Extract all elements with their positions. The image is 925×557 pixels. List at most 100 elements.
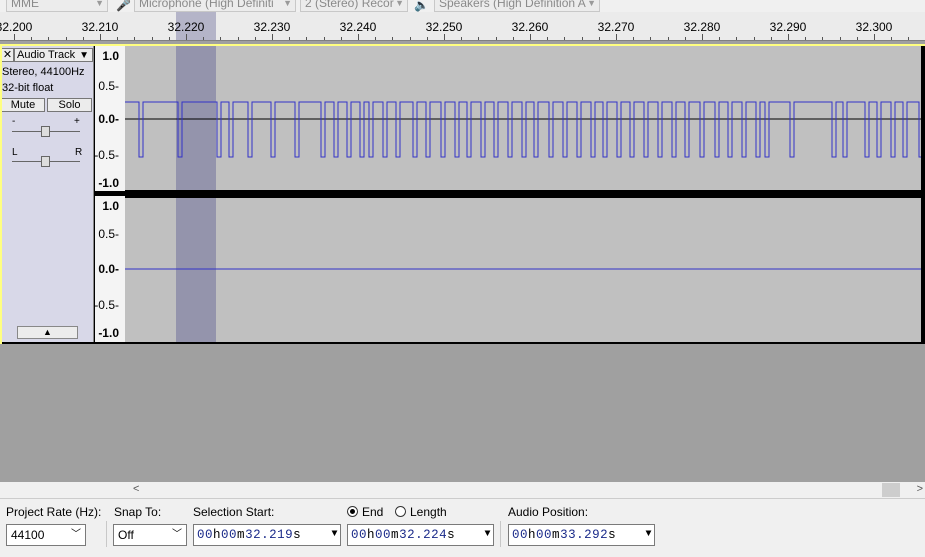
recording-channels-select[interactable]: 2 (Stereo) Recor ▼ [300,0,408,12]
ruler-minor-tick [891,37,893,40]
horizontal-scrollbar[interactable]: < > [0,482,925,498]
ruler-minor-tick [461,37,463,40]
scroll-right-icon[interactable]: > [917,483,923,495]
ruler-minor-tick [237,37,239,40]
seconds: 32.219 [245,528,294,542]
length-radio[interactable] [395,506,406,517]
minutes: 00 [375,528,392,542]
ruler-tick-label: 32.280 [683,20,721,34]
ruler-minor-tick [633,37,635,40]
audio-position-label: Audio Position: [508,505,589,519]
ruler-major-tick [874,34,875,40]
ruler-minor-tick [254,37,256,40]
audio-host-value: MME [11,0,39,10]
ruler-minor-tick [478,37,480,40]
playback-device-value: Speakers (High Definition A [439,0,586,10]
ruler-minor-tick [65,37,67,40]
microphone-icon: 🎤 [116,0,131,12]
chevron-down-icon: ▼ [95,0,104,8]
ruler-minor-tick [512,37,514,40]
chevron-down-icon: ▼ [283,0,292,8]
end-radio[interactable] [347,506,358,517]
ruler-minor-tick [564,37,566,40]
ruler-tick-label: 32.210 [81,20,119,34]
chevron-down-icon[interactable]: ▼ [484,525,491,545]
unit-h: h [528,528,537,542]
project-rate-label: Project Rate (Hz): [6,505,102,519]
ruler-minor-tick [392,37,394,40]
ruler-minor-tick [495,37,497,40]
playback-device-select[interactable]: Speakers (High Definition A ▼ [434,0,600,12]
audio-position-time[interactable]: 00h00m33.292s ▼ [508,524,655,546]
selection-start-label: Selection Start: [193,505,275,519]
ruler-minor-tick [667,37,669,40]
selection-end-time[interactable]: 00h00m32.224s ▼ [347,524,494,546]
minutes: 00 [221,528,238,542]
ruler-minor-tick [289,37,291,40]
selection-start-time[interactable]: 00h00m32.219s ▼ [193,524,341,546]
ruler-minor-tick [82,37,84,40]
audio-host-select[interactable]: MME ▼ [6,0,108,12]
device-toolbar: MME ▼ 🎤 Microphone (High Definiti ▼ 2 (Ste… [0,0,925,12]
scroll-left-icon[interactable]: < [133,483,139,495]
toolbar-separator [500,521,501,547]
toolbar-separator [106,521,107,547]
ruler-major-tick [14,34,15,40]
scrollbar-thumb[interactable] [882,483,900,497]
length-radio-label: Length [410,505,447,519]
ruler-minor-tick [340,37,342,40]
ruler-minor-tick [805,37,807,40]
project-rate-value: 44100 [11,528,45,542]
minutes: 00 [536,528,553,542]
ruler-tick-label: 32.290 [769,20,807,34]
chevron-down-icon[interactable]: ▼ [645,525,652,545]
ruler-minor-tick [306,37,308,40]
ruler-minor-tick [684,37,686,40]
chevron-down-icon: ▼ [395,0,404,8]
ruler-minor-tick [323,37,325,40]
ruler-minor-tick [375,37,377,40]
recording-device-select[interactable]: Microphone (High Definiti ▼ [134,0,296,12]
ruler-major-tick [358,34,359,40]
ruler-minor-tick [220,37,222,40]
unit-s: s [608,528,617,542]
ruler-minor-tick [770,37,772,40]
project-rate-select[interactable]: 44100 ﹀ [6,524,86,546]
ruler-minor-tick [736,37,738,40]
ruler-minor-tick [168,37,170,40]
seconds: 32.224 [399,528,448,542]
ruler-tick-label: 32.220 [167,20,205,34]
end-radio-label: End [362,505,384,519]
empty-track-area[interactable] [0,344,925,482]
ruler-minor-tick [409,37,411,40]
unit-m: m [552,528,561,542]
ruler-tick-label: 32.270 [597,20,635,34]
speaker-icon: 🔈 [414,0,429,12]
unit-s: s [447,528,456,542]
chevron-down-icon: ▼ [587,0,596,8]
ruler-major-tick [100,34,101,40]
ruler-major-tick [702,34,703,40]
ruler-minor-tick [839,37,841,40]
ruler-tick-label: 32.200 [0,20,33,34]
ruler-minor-tick [31,37,33,40]
timeline-ruler[interactable]: 32.200 32.210 32.220 32.230 32.240 32.250 32.2… [0,12,925,41]
snap-to-select[interactable]: Off ﹀ [113,524,187,546]
ruler-major-tick [186,34,187,40]
chevron-down-icon: ﹀ [71,529,81,540]
seconds: 33.292 [560,528,609,542]
ruler-minor-tick [581,37,583,40]
unit-h: h [367,528,376,542]
ruler-minor-tick [426,37,428,40]
ruler-minor-tick [547,37,549,40]
ruler-minor-tick [117,37,119,40]
ruler-major-tick [616,34,617,40]
ruler-minor-tick [151,37,153,40]
chevron-down-icon[interactable]: ▼ [331,525,338,545]
hours: 00 [512,528,529,542]
ruler-major-tick [788,34,789,40]
hours: 00 [351,528,368,542]
recording-device-value: Microphone (High Definiti [139,0,274,10]
chevron-down-icon: ﹀ [172,529,182,540]
ruler-minor-tick [822,37,824,40]
